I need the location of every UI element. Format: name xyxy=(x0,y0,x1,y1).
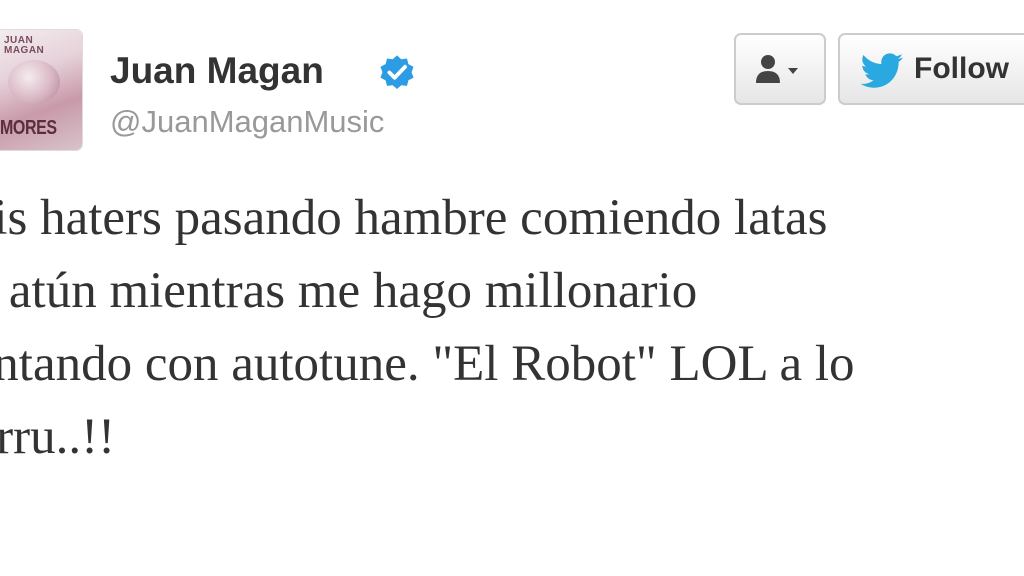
tweet-text-line: de atún mientras me hago millonario xyxy=(0,263,698,319)
verified-badge-icon xyxy=(380,55,414,90)
avatar-cover-top-text: JUAN MAGAN xyxy=(4,35,45,56)
tweet-text-line: cantando con autotune. "El Robot" LOL a … xyxy=(0,336,855,392)
tweet-card: JUAN MAGAN MORES Juan Magan @JuanMaganMu… xyxy=(0,0,1024,576)
tweet-text-line: barru..!! xyxy=(0,409,116,465)
avatar-cover-art xyxy=(8,60,60,104)
avatar-cover-bottom-text: MORES xyxy=(0,117,57,139)
user-handle[interactable]: @JuanMaganMusic xyxy=(110,104,384,140)
avatar[interactable]: JUAN MAGAN MORES xyxy=(0,30,82,150)
tweet-text: Mis haters pasando hambre comiendo latas… xyxy=(0,182,1024,474)
user-actions-button[interactable] xyxy=(734,33,826,105)
tweet-text-line: Mis haters pasando hambre comiendo latas xyxy=(0,190,828,246)
display-name[interactable]: Juan Magan xyxy=(110,50,324,92)
follow-button[interactable]: Follow xyxy=(838,33,1024,105)
twitter-bird-icon xyxy=(860,53,903,88)
person-dropdown-icon xyxy=(756,55,798,83)
follow-button-label: Follow xyxy=(914,52,1009,85)
